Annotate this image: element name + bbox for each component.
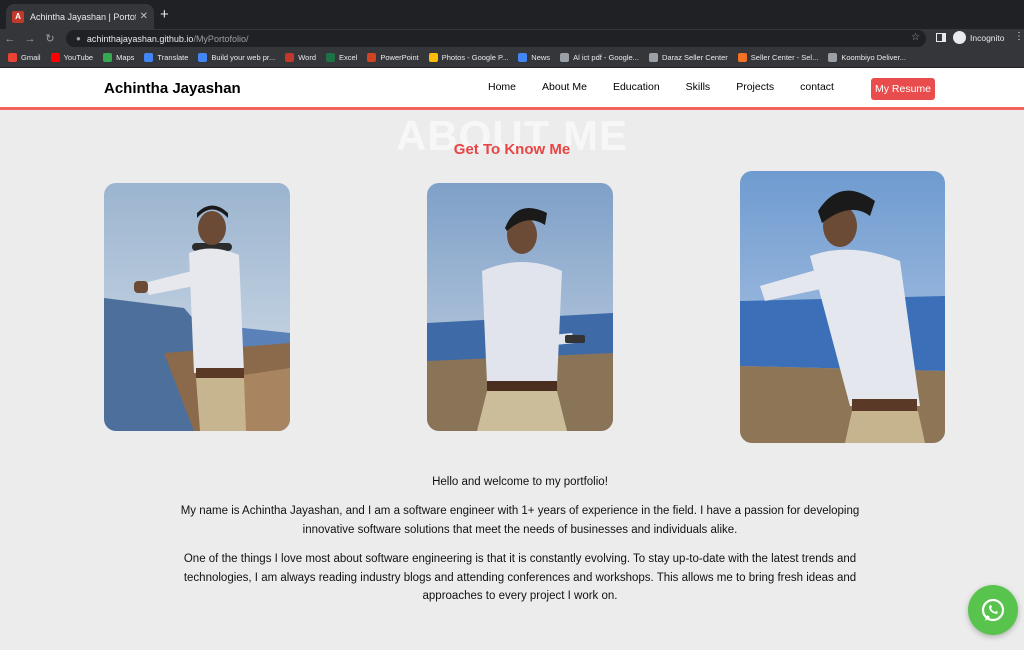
reload-icon[interactable]: ↻	[40, 32, 60, 45]
profile-photo-1	[104, 183, 290, 431]
bookmark-star-icon[interactable]: ☆	[911, 32, 920, 43]
url-host: achinthajayashan.github.io	[86, 33, 194, 44]
forward-icon[interactable]: →	[20, 33, 40, 45]
browser-tabstrip: A Achintha Jayashan | Portofolio ✕ +	[0, 0, 1024, 29]
bookmark-label: YouTube	[63, 53, 94, 62]
browser-tab[interactable]: A Achintha Jayashan | Portofolio ✕	[6, 4, 154, 29]
bookmark-favicon-icon	[285, 53, 295, 62]
incognito-label: Incognito	[970, 32, 1005, 43]
bookmark-favicon-icon	[560, 53, 570, 62]
bookmark-label: Seller Center - Sel...	[750, 53, 819, 62]
bookmark-item[interactable]: Photos - Google P...	[428, 53, 509, 62]
bookmark-favicon-icon	[828, 53, 838, 62]
bookmark-item[interactable]: Al ict pdf - Google...	[560, 53, 639, 62]
whatsapp-button[interactable]	[968, 585, 1018, 635]
about-paragraph-1: My name is Achintha Jayashan, and I am a…	[180, 505, 860, 536]
bookmark-favicon-icon	[428, 53, 438, 62]
bookmark-item[interactable]: News	[518, 53, 550, 62]
bookmark-favicon-icon	[50, 53, 60, 62]
nav-home[interactable]: Home	[488, 81, 516, 93]
bookmark-favicon-icon	[518, 53, 528, 62]
nav-education[interactable]: Education	[613, 81, 660, 93]
bookmark-label: Word	[298, 53, 317, 62]
tab-favicon-icon: A	[12, 10, 24, 23]
incognito-indicator[interactable]: Incognito	[953, 31, 1005, 44]
nav-skills[interactable]: Skills	[686, 81, 711, 93]
tab-title: Achintha Jayashan | Portofolio	[30, 11, 136, 22]
about-paragraph-2: One of the things I love most about soft…	[183, 553, 857, 602]
browser-toolbar: ← → ↻ ● achinthajayashan.github.io /MyPo…	[0, 29, 1024, 48]
bookmark-item[interactable]: Excel	[326, 53, 357, 62]
bookmark-label: Daraz Seller Center	[661, 53, 728, 62]
bookmark-favicon-icon	[198, 53, 208, 62]
bookmark-item[interactable]: Translate	[144, 53, 188, 62]
bookmark-item[interactable]: PowerPoint	[367, 53, 419, 62]
bookmarks-bar: Gmail YouTube Maps Translate Build your web …	[0, 48, 1024, 68]
nav-about[interactable]: About Me	[542, 81, 587, 93]
nav-projects[interactable]: Projects	[736, 81, 774, 93]
bookmark-item[interactable]: Word	[285, 53, 316, 62]
nav-contact[interactable]: contact	[800, 81, 834, 93]
bookmark-label: Excel	[339, 53, 358, 62]
section-title: Get To Know Me	[453, 141, 571, 158]
url-path: /MyPortofolio/	[193, 33, 249, 44]
bookmark-item[interactable]: Daraz Seller Center	[648, 53, 728, 62]
side-panel-icon[interactable]	[936, 33, 946, 42]
close-icon[interactable]: ✕	[140, 11, 148, 22]
whatsapp-icon	[981, 598, 1005, 622]
bookmark-item[interactable]: Build your web pr...	[198, 53, 275, 62]
bookmark-label: PowerPoint	[380, 53, 419, 62]
bookmark-favicon-icon	[144, 53, 154, 62]
lock-icon[interactable]: ●	[76, 34, 81, 43]
site-header: Achintha Jayashan Home About Me Educatio…	[0, 68, 1024, 110]
browser-menu-icon[interactable]: ⋮	[1014, 31, 1024, 42]
bookmark-item[interactable]: Koombiyo Deliver...	[828, 53, 906, 62]
resume-button[interactable]: My Resume	[871, 78, 935, 100]
address-bar[interactable]: ● achinthajayashan.github.io /MyPortofol…	[66, 30, 926, 47]
bookmark-item[interactable]: YouTube	[50, 53, 94, 62]
bookmark-label: Build your web pr...	[211, 53, 276, 62]
welcome-text: Hello and welcome to my portfolio!	[432, 476, 608, 488]
bookmark-label: Maps	[116, 53, 135, 62]
bookmark-label: News	[531, 53, 551, 62]
bookmark-favicon-icon	[367, 53, 377, 62]
bookmark-label: Translate	[157, 53, 189, 62]
back-icon[interactable]: ←	[0, 33, 20, 45]
bookmark-label: Koombiyo Deliver...	[841, 53, 906, 62]
bookmark-label: Gmail	[21, 53, 41, 62]
new-tab-icon[interactable]: +	[160, 6, 169, 23]
bookmark-item[interactable]: Gmail	[8, 53, 41, 62]
main-nav: Home About Me Education Skills Projects …	[488, 81, 860, 93]
incognito-icon	[953, 31, 966, 44]
bookmark-label: Al ict pdf - Google...	[573, 53, 639, 62]
bookmark-item[interactable]: Maps	[103, 53, 134, 62]
bookmark-label: Photos - Google P...	[441, 53, 509, 62]
bookmark-favicon-icon	[648, 53, 658, 62]
profile-photo-2	[427, 183, 613, 431]
site-brand[interactable]: Achintha Jayashan	[104, 80, 241, 97]
bookmark-favicon-icon	[103, 53, 113, 62]
bookmark-favicon-icon	[8, 53, 17, 62]
profile-photo-3	[740, 171, 945, 443]
bookmark-favicon-icon	[737, 53, 747, 62]
bookmark-favicon-icon	[326, 53, 336, 62]
bookmark-item[interactable]: Seller Center - Sel...	[737, 53, 819, 62]
